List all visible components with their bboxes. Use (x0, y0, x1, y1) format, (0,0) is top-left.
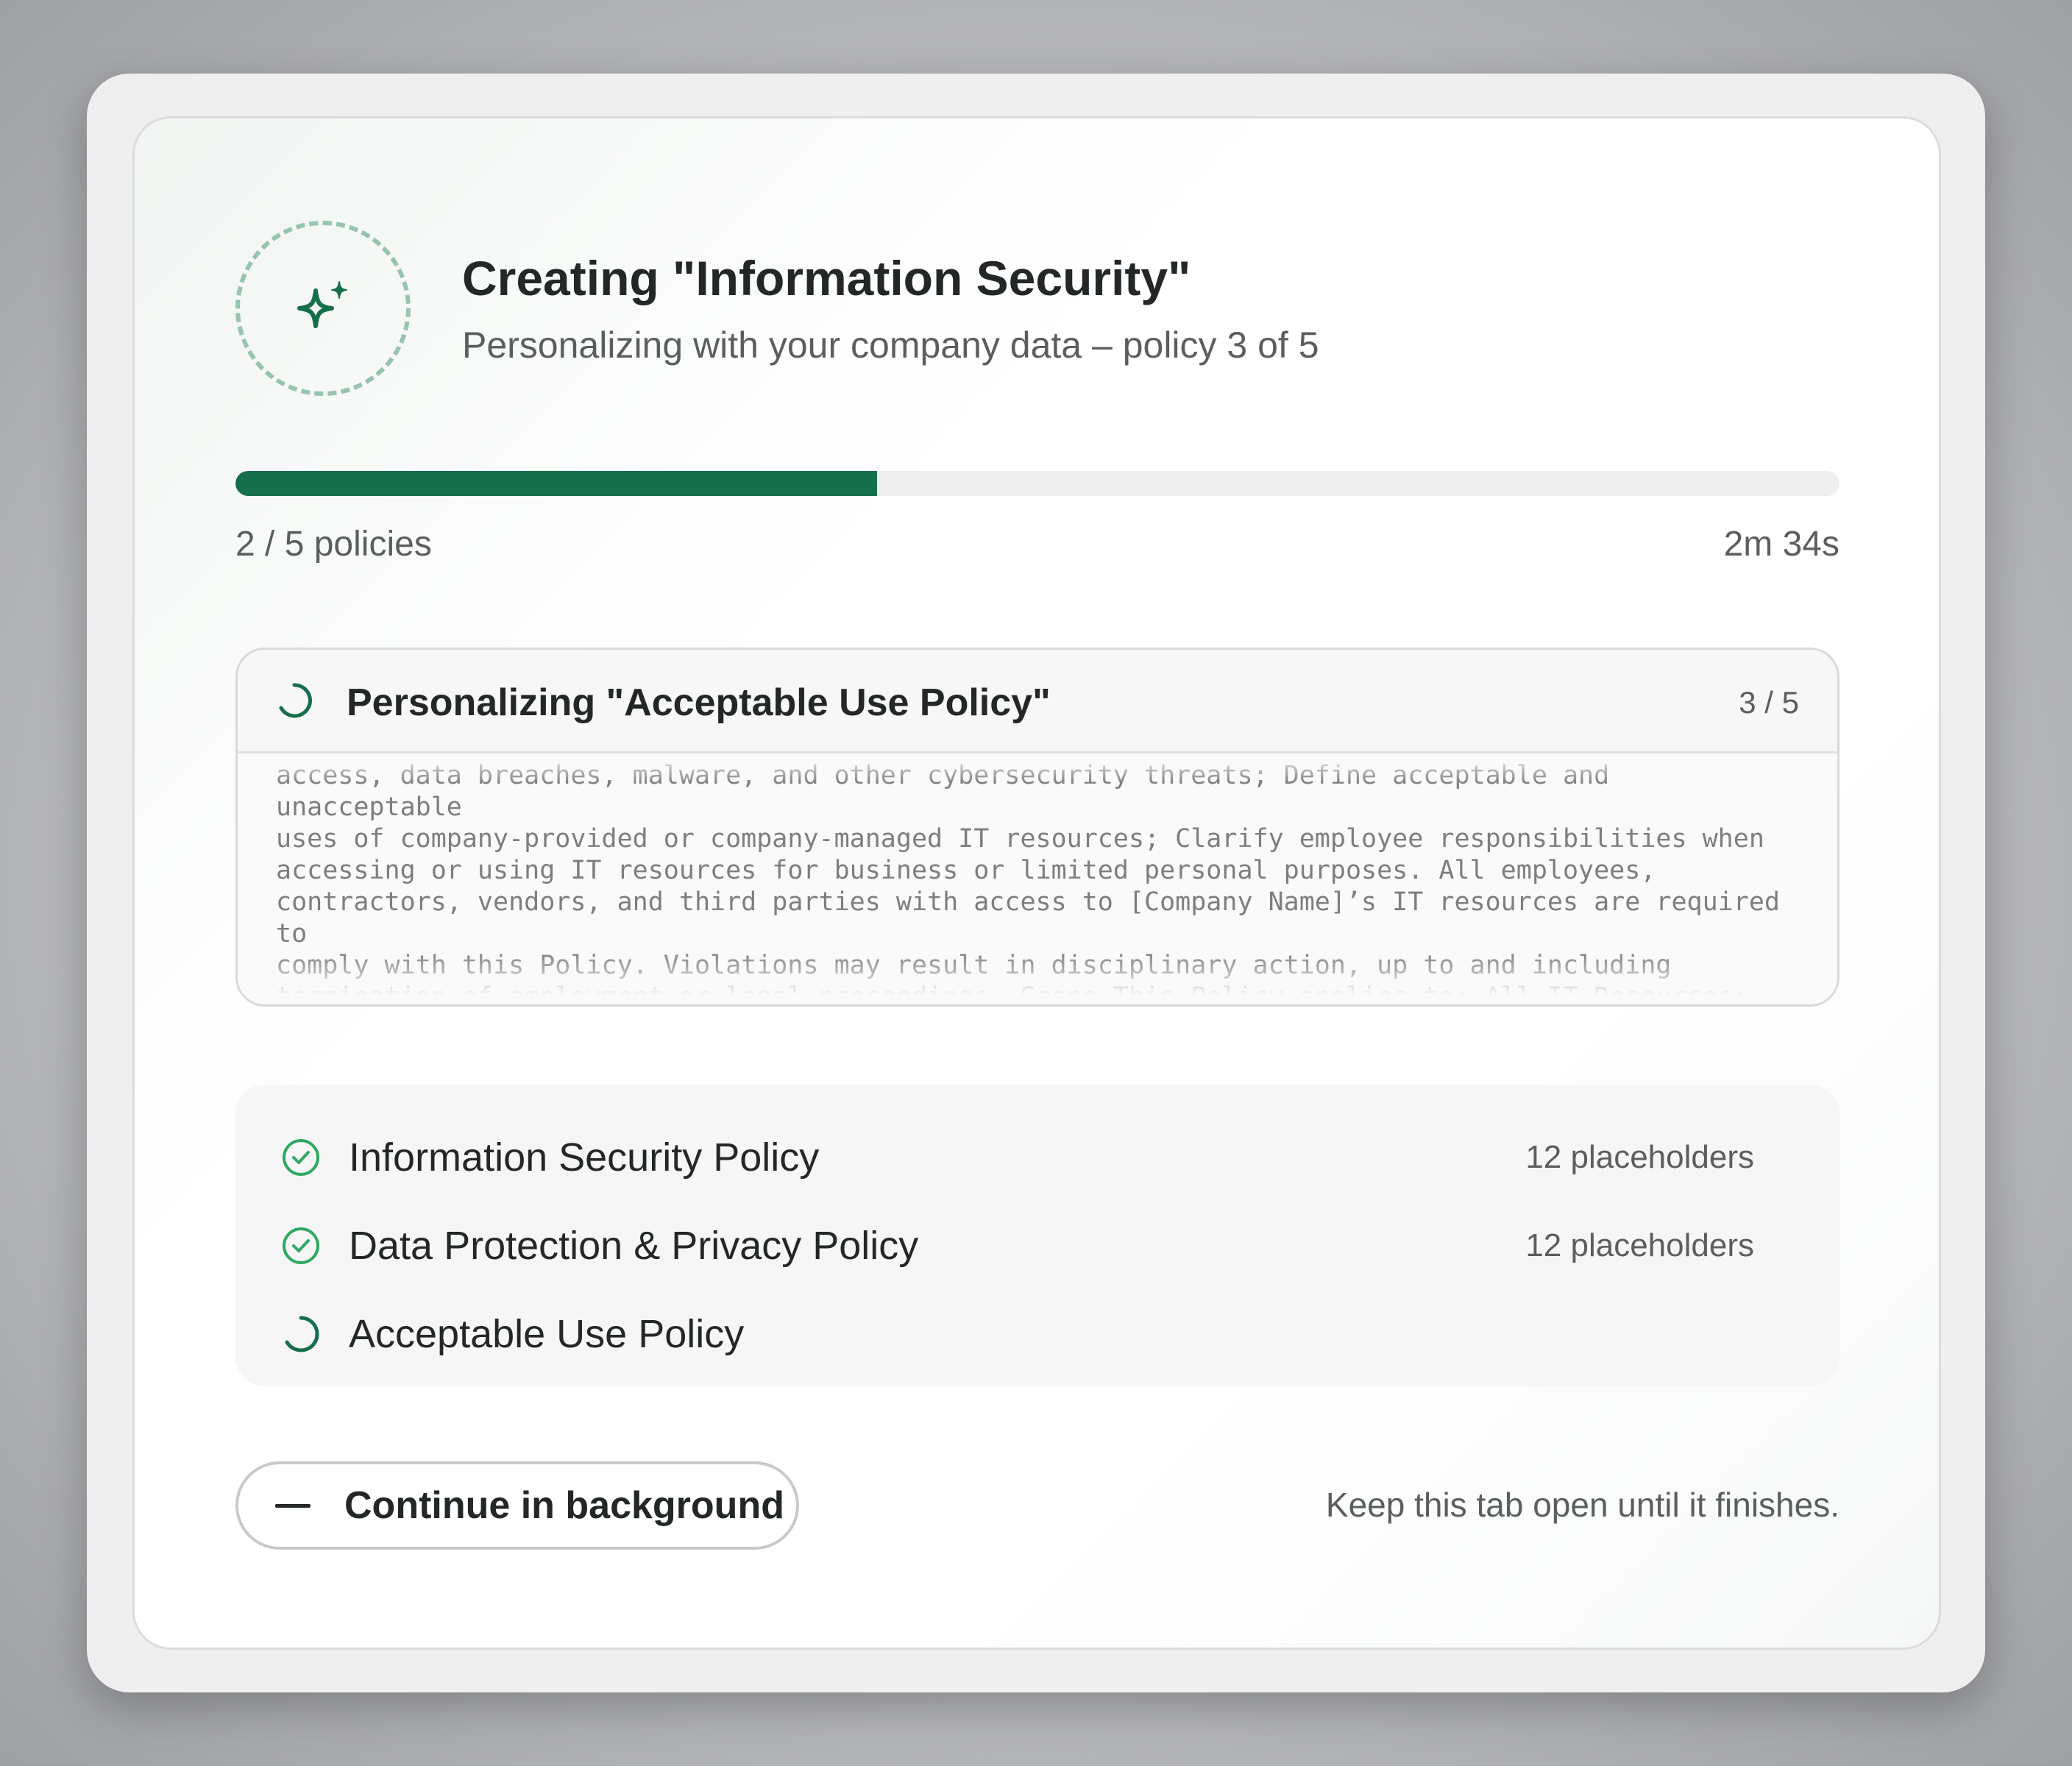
page-title: Creating "Information Security" (462, 251, 1191, 305)
elapsed-time: 2m 34s (1723, 525, 1839, 564)
spinner-icon (279, 683, 312, 718)
list-item: Acceptable Use Policy (235, 1298, 1839, 1364)
policy-name: Data Protection & Privacy Policy (349, 1224, 919, 1268)
sparkle-icon (297, 281, 347, 328)
check-circle-icon (283, 1227, 319, 1264)
spinner-icon (285, 1316, 319, 1352)
policy-name: Acceptable Use Policy (349, 1312, 745, 1356)
check-circle-icon (283, 1139, 319, 1176)
policy-name: Information Security Policy (349, 1135, 820, 1180)
continue-in-background-button[interactable]: Continue in background (235, 1461, 799, 1550)
keep-tab-open-hint: Keep this tab open until it finishes. (1325, 1486, 1839, 1524)
active-policy-panel: Personalizing "Acceptable Use Policy" 3 … (235, 648, 1839, 1007)
placeholder-count: 12 placeholders (1525, 1227, 1754, 1263)
active-policy-header: Personalizing "Acceptable Use Policy" 3 … (238, 650, 1837, 753)
progress-bar (235, 471, 1839, 496)
list-item: Data Protection & Privacy Policy 12 plac… (235, 1210, 1839, 1276)
continue-in-background-label: Continue in background (344, 1484, 784, 1527)
policy-list: Information Security Policy 12 placehold… (235, 1085, 1839, 1386)
progress-bar-fill (235, 471, 877, 496)
status-badge (235, 221, 411, 396)
progress-count: 2 / 5 policies (235, 525, 432, 564)
page-subtitle: Personalizing with your company data – p… (462, 325, 1319, 366)
list-item: Information Security Policy 12 placehold… (235, 1121, 1839, 1188)
active-policy-title: Personalizing "Acceptable Use Policy" (347, 681, 1051, 724)
generated-text-stream: access, data breaches, malware, and othe… (276, 761, 1780, 996)
active-policy-count: 3 / 5 (1739, 685, 1799, 720)
placeholder-count: 12 placeholders (1525, 1139, 1754, 1175)
minimize-icon (275, 1503, 311, 1508)
